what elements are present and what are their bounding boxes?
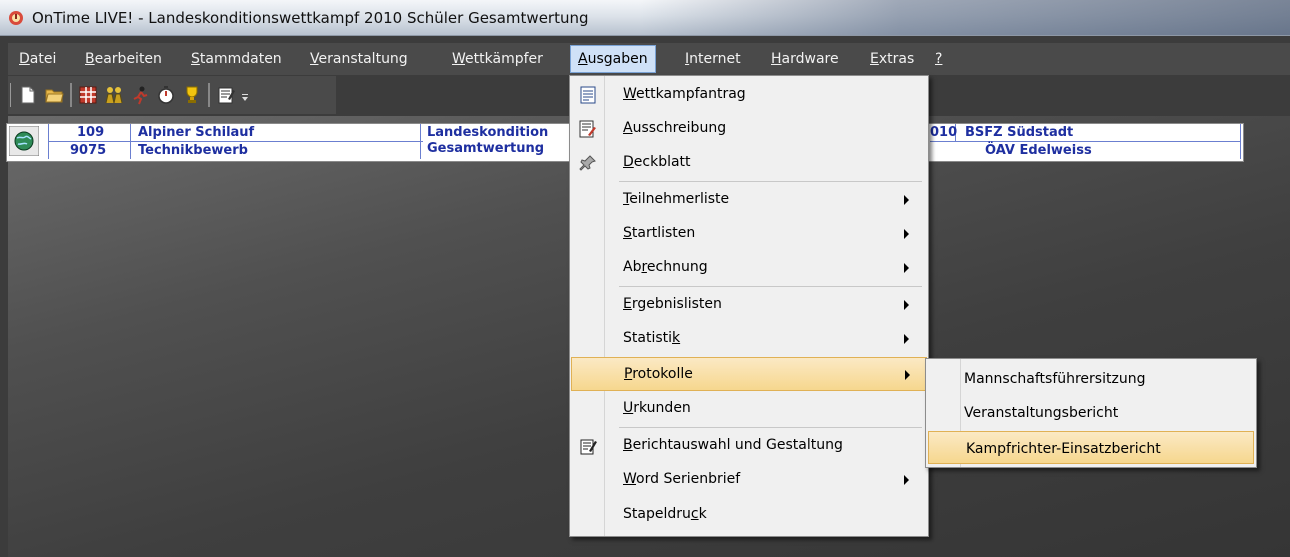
row-2-event[interactable]: Gesamtwertung bbox=[427, 141, 569, 156]
submenu-arrow-icon bbox=[904, 195, 909, 205]
report-design-icon bbox=[580, 439, 597, 455]
new-file-icon[interactable] bbox=[18, 85, 38, 105]
menuitem-startlisten[interactable]: Startlisten bbox=[571, 217, 927, 251]
menuitem-abrechnung[interactable]: Abrechnung bbox=[571, 251, 927, 285]
app-icon bbox=[9, 11, 23, 25]
toolbar-grip[interactable] bbox=[10, 83, 11, 107]
document-edit-icon bbox=[579, 120, 596, 138]
submenuitem-veranstaltungsbericht[interactable]: Veranstaltungsbericht bbox=[927, 396, 1255, 429]
report-icon[interactable] bbox=[216, 85, 236, 105]
pin-icon bbox=[579, 155, 596, 171]
submenu-arrow-icon bbox=[904, 263, 909, 273]
row-1-club[interactable]: BSFZ Südstadt bbox=[965, 125, 1073, 140]
menuitem-deckblatt[interactable]: Deckblatt bbox=[571, 146, 927, 180]
row-2-club[interactable]: ÖAV Edelweiss bbox=[985, 143, 1092, 158]
submenu-arrow-icon bbox=[905, 370, 910, 380]
row-1-id[interactable]: 109 bbox=[77, 125, 104, 140]
table-icon[interactable] bbox=[78, 85, 98, 105]
trophy-icon[interactable] bbox=[182, 85, 202, 105]
submenu-arrow-icon bbox=[904, 229, 909, 239]
menu-bar: Datei Bearbeiten Stammdaten Veranstaltun… bbox=[8, 43, 1290, 75]
ausgaben-dropdown-menu: Wettkampfantrag Ausschreibung Deckblatt … bbox=[569, 75, 929, 537]
row-1-event[interactable]: Landeskondition bbox=[427, 125, 569, 140]
menuitem-ergebnislisten[interactable]: Ergebnislisten bbox=[571, 288, 927, 322]
menuitem-ausschreibung[interactable]: Ausschreibung bbox=[571, 112, 927, 146]
toolbar-overflow-icon[interactable] bbox=[240, 85, 250, 105]
menu-internet[interactable]: Internet bbox=[678, 46, 748, 72]
open-folder-icon[interactable] bbox=[44, 85, 64, 105]
protokolle-submenu: Mannschaftsführersitzung Veranstaltungsb… bbox=[925, 358, 1257, 468]
menu-veranstaltung[interactable]: Veranstaltung bbox=[303, 46, 415, 72]
submenuitem-mannschaftsfuehrersitzung[interactable]: Mannschaftsführersitzung bbox=[927, 362, 1255, 395]
menuitem-stapeldruck[interactable]: Stapeldruck bbox=[571, 498, 927, 532]
menu-ausgaben[interactable]: Ausgaben bbox=[570, 45, 656, 73]
submenuitem-kampfrichter-einsatzbericht[interactable]: Kampfrichter-Einsatzbericht bbox=[928, 431, 1254, 464]
toolbar bbox=[8, 76, 336, 114]
form-icon bbox=[580, 86, 596, 104]
athletes-icon[interactable] bbox=[104, 85, 124, 105]
menu-stammdaten[interactable]: Stammdaten bbox=[184, 46, 289, 72]
window-title: OnTime LIVE! - Landeskonditionswettkampf… bbox=[32, 9, 589, 27]
menuitem-statistik[interactable]: Statistik bbox=[571, 322, 927, 356]
menu-hardware[interactable]: Hardware bbox=[764, 46, 846, 72]
submenu-arrow-icon bbox=[904, 475, 909, 485]
menuitem-berichtauswahl[interactable]: Berichtauswahl und Gestaltung bbox=[571, 429, 927, 463]
row-1-year[interactable]: 010 bbox=[930, 125, 957, 140]
submenu-arrow-icon bbox=[904, 300, 909, 310]
menuitem-wettkampfantrag[interactable]: Wettkampfantrag bbox=[571, 78, 927, 112]
menuitem-urkunden[interactable]: Urkunden bbox=[571, 392, 927, 426]
title-bar: OnTime LIVE! - Landeskonditionswettkampf… bbox=[0, 0, 1290, 36]
menu-bearbeiten[interactable]: Bearbeiten bbox=[78, 46, 169, 72]
row-2-id[interactable]: 9075 bbox=[70, 143, 106, 158]
submenu-arrow-icon bbox=[904, 334, 909, 344]
menu-datei[interactable]: Datei bbox=[12, 46, 63, 72]
globe-icon[interactable] bbox=[9, 126, 39, 156]
stopwatch-icon[interactable] bbox=[156, 85, 176, 105]
menu-wettkaempfer[interactable]: Wettkämpfer bbox=[445, 46, 550, 72]
menuitem-word-serienbrief[interactable]: Word Serienbrief bbox=[571, 463, 927, 497]
menuitem-protokolle[interactable]: Protokolle bbox=[571, 357, 927, 391]
menu-extras[interactable]: Extras bbox=[863, 46, 921, 72]
menu-help[interactable]: ? bbox=[928, 46, 949, 72]
row-2-name[interactable]: Technikbewerb bbox=[138, 143, 248, 158]
row-1-name[interactable]: Alpiner Schilauf bbox=[138, 125, 254, 140]
menuitem-teilnehmerliste[interactable]: Teilnehmerliste bbox=[571, 183, 927, 217]
runner-icon[interactable] bbox=[130, 85, 150, 105]
